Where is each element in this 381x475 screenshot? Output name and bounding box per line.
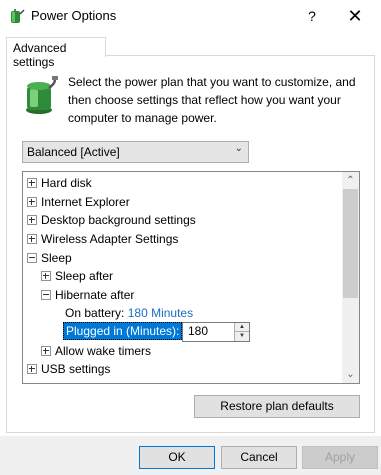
tree-item-label: Internet Explorer: [41, 195, 130, 209]
tree-item-hard-disk[interactable]: Hard disk: [27, 174, 92, 192]
tree-item-label: Desktop background settings: [41, 213, 196, 227]
tab-advanced-settings[interactable]: Advanced settings: [6, 37, 106, 69]
collapse-icon[interactable]: [27, 252, 37, 263]
expand-icon[interactable]: [27, 177, 37, 188]
tree-item-label: Sleep: [41, 251, 72, 265]
setting-label-selected: Plugged in (Minutes):: [63, 322, 183, 340]
close-button[interactable]: ✕: [340, 4, 370, 28]
power-options-icon: [11, 9, 25, 23]
chevron-down-icon: ⌄: [234, 143, 243, 154]
expand-icon[interactable]: [41, 345, 51, 356]
expand-icon[interactable]: [27, 196, 37, 207]
tree-item-label: USB settings: [41, 362, 111, 376]
scroll-up-icon[interactable]: ⌃: [342, 172, 359, 189]
apply-button[interactable]: Apply: [302, 446, 378, 469]
expand-icon[interactable]: [41, 270, 51, 281]
tree-item-wireless-adapter[interactable]: Wireless Adapter Settings: [27, 230, 178, 248]
tree-item-on-battery[interactable]: On battery: 180 Minutes: [65, 304, 193, 322]
tree-item-label: Hibernate after: [55, 288, 135, 302]
tab-label: Advanced settings: [13, 41, 67, 69]
tree-item-hibernate-after[interactable]: Hibernate after: [41, 286, 134, 304]
setting-value-link[interactable]: 180 Minutes: [128, 306, 193, 320]
tree-item-sleep-after[interactable]: Sleep after: [41, 267, 113, 285]
tree-item-plugged-in[interactable]: Plugged in (Minutes):: [63, 322, 183, 340]
title-bar: Power Options ? ✕: [0, 0, 381, 32]
collapse-icon[interactable]: [41, 289, 51, 300]
tree-item-sleep[interactable]: Sleep: [27, 249, 72, 267]
plan-select-value: Balanced [Active]: [27, 145, 120, 159]
minutes-stepper[interactable]: ▲ ▼: [182, 322, 250, 342]
setting-label: On battery:: [65, 306, 125, 320]
settings-tree[interactable]: Hard disk Internet Explorer Desktop back…: [22, 171, 360, 384]
tree-item-desktop-background[interactable]: Desktop background settings: [27, 211, 196, 229]
expand-icon[interactable]: [27, 233, 37, 244]
scrollbar-thumb[interactable]: [343, 189, 358, 298]
tree-item-label: Hard disk: [41, 176, 92, 190]
tree-item-label: Wireless Adapter Settings: [41, 232, 179, 246]
tree-item-allow-wake-timers[interactable]: Allow wake timers: [41, 342, 151, 360]
help-button[interactable]: ?: [300, 6, 324, 26]
cancel-button[interactable]: Cancel: [221, 446, 297, 469]
spin-down-icon[interactable]: ▼: [234, 332, 249, 341]
expand-icon[interactable]: [27, 363, 37, 374]
window-title: Power Options: [31, 8, 117, 23]
plan-select[interactable]: Balanced [Active] ⌄: [22, 141, 249, 163]
plan-description: Select the power plan that you want to c…: [68, 75, 356, 125]
tree-item-label: Allow wake timers: [55, 344, 152, 358]
spin-up-icon[interactable]: ▲: [234, 323, 249, 332]
tree-item-internet-explorer[interactable]: Internet Explorer: [27, 193, 130, 211]
expand-icon[interactable]: [27, 214, 37, 225]
tree-item-label: Sleep after: [55, 269, 114, 283]
scroll-down-icon[interactable]: ⌄: [342, 366, 359, 383]
power-plan-icon: [26, 76, 58, 114]
ok-button[interactable]: OK: [139, 446, 215, 469]
tree-item-usb-settings[interactable]: USB settings: [27, 360, 110, 378]
restore-defaults-button[interactable]: Restore plan defaults: [194, 395, 360, 418]
vertical-scrollbar[interactable]: ⌃ ⌄: [342, 172, 359, 383]
minutes-input[interactable]: [183, 323, 234, 339]
